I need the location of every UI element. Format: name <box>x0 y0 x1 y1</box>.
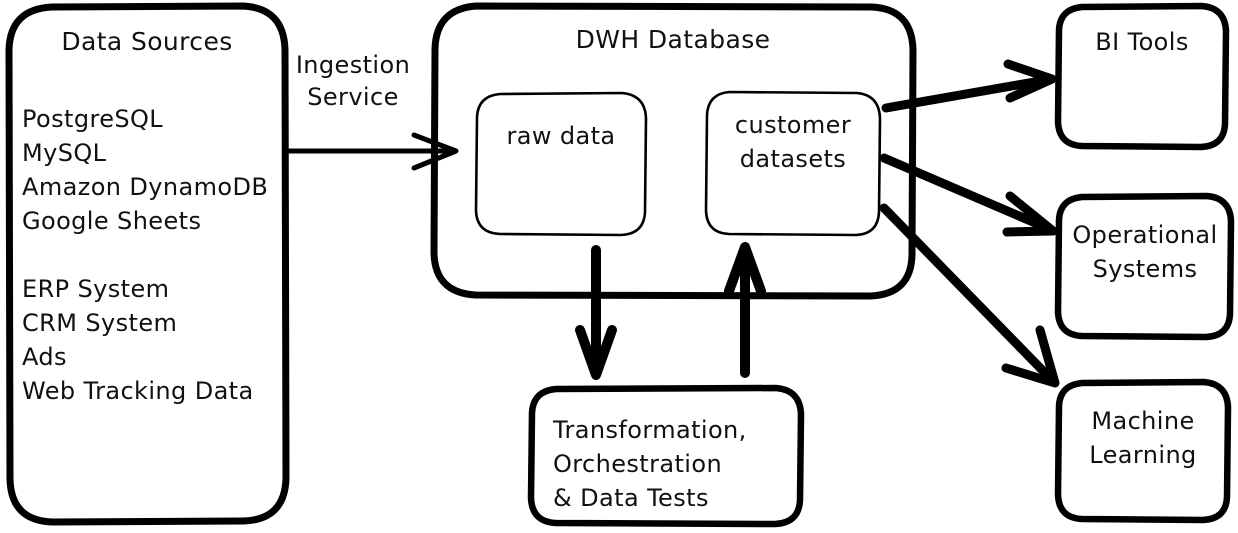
node-machine-learning[interactable]: Machine Learning <box>1054 378 1232 524</box>
node-raw-data[interactable]: raw data <box>474 91 648 237</box>
node-bi-tools[interactable]: BI Tools <box>1054 2 1230 151</box>
operational-systems-label-line1: Operational <box>1072 221 1217 249</box>
data-source-item-ads: Ads <box>22 343 67 371</box>
transformation-label-line1: Transformation, <box>552 416 747 444</box>
raw-data-label: raw data <box>506 122 615 150</box>
edge-transformation-to-dwh <box>724 242 766 378</box>
diagram-canvas: Data Sources PostgreSQL MySQL Amazon Dyn… <box>0 0 1238 533</box>
data-source-item-mysql: MySQL <box>22 139 107 167</box>
data-source-item-erp: ERP System <box>22 275 169 303</box>
data-source-item-google-sheets: Google Sheets <box>22 207 201 235</box>
ingestion-service-label-line1: Ingestion <box>296 51 410 79</box>
machine-learning-label-line1: Machine <box>1091 407 1194 435</box>
data-sources-outline <box>5 2 290 526</box>
bi-tools-label: BI Tools <box>1095 28 1189 56</box>
data-source-item-web-tracking: Web Tracking Data <box>22 377 254 405</box>
transformation-label-line2: Orchestration <box>553 450 722 478</box>
data-sources-title: Data Sources <box>61 27 232 56</box>
data-source-item-postgresql: PostgreSQL <box>22 105 163 133</box>
data-source-item-crm: CRM System <box>22 309 177 337</box>
ingestion-service-label-line2: Service <box>307 83 399 111</box>
node-data-sources[interactable]: Data Sources PostgreSQL MySQL Amazon Dyn… <box>5 2 290 526</box>
customer-datasets-label-line1: customer <box>735 111 851 139</box>
dwh-database-title: DWH Database <box>576 25 771 54</box>
edge-ingestion-service: Ingestion Service <box>283 51 459 171</box>
transformation-label-line3: & Data Tests <box>553 484 709 512</box>
customer-datasets-label-line2: datasets <box>740 145 846 173</box>
node-operational-systems[interactable]: Operational Systems <box>1054 192 1235 341</box>
node-customer-datasets[interactable]: customer datasets <box>704 90 882 237</box>
operational-systems-label-line2: Systems <box>1093 255 1198 283</box>
raw-data-outline <box>474 91 648 237</box>
data-source-item-dynamodb: Amazon DynamoDB <box>22 173 268 201</box>
machine-learning-label-line2: Learning <box>1089 441 1196 469</box>
node-transformation[interactable]: Transformation, Orchestration & Data Tes… <box>527 384 805 528</box>
architecture-diagram: Data Sources PostgreSQL MySQL Amazon Dyn… <box>5 2 1235 528</box>
